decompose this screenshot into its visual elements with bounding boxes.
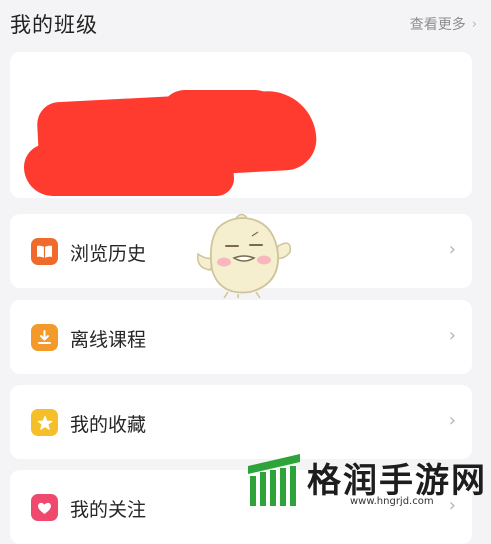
class-card[interactable]: [10, 52, 472, 198]
menu-item-my-favorites[interactable]: 我的收藏 ›: [10, 385, 472, 459]
star-icon: [31, 409, 58, 436]
chevron-right-icon: ›: [471, 16, 477, 32]
redaction-scribble: [160, 90, 280, 140]
watermark-logo-icon: [248, 454, 300, 506]
download-icon: [31, 324, 58, 351]
section-title-my-class: 我的班级: [10, 13, 98, 37]
mascot-sticker: [194, 212, 294, 299]
view-more-link[interactable]: 查看更多 ›: [410, 14, 477, 34]
watermark-text: 格润手游网: [307, 461, 487, 501]
redaction-scribble: [24, 144, 234, 196]
menu-label: 离线课程: [70, 329, 147, 351]
menu-label: 我的关注: [70, 499, 147, 521]
menu-item-offline-courses[interactable]: 离线课程 ›: [10, 300, 472, 374]
site-watermark: 格润手游网 www.hngrjd.com: [246, 452, 491, 511]
menu-label: 我的收藏: [70, 414, 147, 436]
section-header: 我的班级 查看更多 ›: [0, 0, 491, 46]
view-more-label: 查看更多: [409, 17, 466, 33]
menu-label: 浏览历史: [70, 243, 147, 265]
chevron-right-icon: ›: [448, 325, 456, 346]
watermark-url: www.hngrjd.com: [350, 496, 434, 507]
book-icon: [31, 238, 58, 265]
chevron-right-icon: ›: [448, 239, 456, 260]
heart-icon: [31, 494, 58, 521]
chevron-right-icon: ›: [448, 410, 456, 431]
